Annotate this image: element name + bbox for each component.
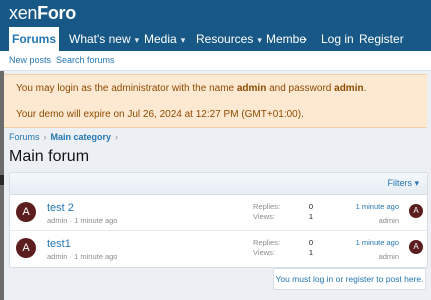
nav-members[interactable]: Membe	[266, 27, 306, 51]
logo-brand: Foro	[37, 3, 76, 23]
caret-down-icon: ▾	[414, 178, 419, 188]
views-count: 1	[308, 212, 313, 221]
login-to-post-notice[interactable]: You must log in or register to post here…	[273, 268, 426, 290]
demo-notice: You may login as the administrator with …	[4, 74, 427, 128]
nav-media[interactable]: Media ▾	[144, 27, 185, 51]
last-post-user[interactable]: admin	[379, 216, 399, 225]
last-post-user[interactable]: admin	[379, 252, 399, 261]
last-post-time[interactable]: 1 minute ago	[356, 238, 399, 247]
chevron-down-icon[interactable]: ▾	[181, 35, 186, 45]
breadcrumb-main-category[interactable]: Main category	[51, 132, 112, 142]
search-forums-link[interactable]: Search forums	[56, 55, 115, 65]
nav-resources[interactable]: Resources ▾	[196, 27, 262, 51]
new-posts-link[interactable]: New posts	[9, 55, 51, 65]
register-link[interactable]: Register	[359, 27, 404, 51]
site-header: xenForo	[0, 0, 431, 27]
chevron-down-icon[interactable]: ▾	[135, 35, 140, 45]
replies-label: Replies:	[253, 202, 281, 211]
avatar[interactable]: A	[16, 202, 36, 222]
thread-title[interactable]: test 2	[47, 202, 74, 214]
replies-label: Replies:	[253, 238, 281, 247]
site-logo[interactable]: xenForo	[9, 3, 76, 24]
login-link[interactable]: Log in	[321, 27, 354, 51]
notice-line-expiry: Your demo will expire on Jul 26, 2024 at…	[16, 109, 304, 120]
views-label: Views:	[253, 248, 275, 257]
breadcrumb: Forums › Main category ›	[9, 132, 122, 142]
nav-whats-new[interactable]: What's new ▾	[69, 27, 139, 51]
sub-nav: New posts Search forums	[0, 51, 431, 71]
avatar[interactable]: A	[409, 204, 423, 218]
thread-row[interactable]: A test1 admin · 1 minute ago Replies: 0 …	[10, 230, 427, 266]
logo-prefix: xen	[9, 3, 38, 23]
last-post-time[interactable]: 1 minute ago	[356, 202, 399, 211]
breadcrumb-forums[interactable]: Forums	[9, 132, 40, 142]
page-title: Main forum	[9, 148, 90, 165]
chevron-down-icon[interactable]: ▾	[257, 35, 262, 45]
chevron-right-icon: ›	[43, 132, 47, 142]
replies-count: 0	[308, 202, 313, 211]
notice-line-credentials: You may login as the administrator with …	[16, 83, 367, 94]
views-label: Views:	[253, 212, 275, 221]
filters-button[interactable]: Filters ▾	[387, 178, 419, 189]
chevron-right-icon: ›	[115, 132, 119, 142]
thread-row[interactable]: A test 2 admin · 1 minute ago Replies: 0…	[10, 195, 427, 230]
filter-bar: Filters ▾	[10, 173, 427, 195]
replies-count: 0	[308, 238, 313, 247]
thread-meta: admin · 1 minute ago	[47, 216, 118, 225]
nav-scroll-right-icon[interactable]: ›	[303, 27, 307, 51]
views-count: 1	[308, 248, 313, 257]
nav-forums[interactable]: Forums	[9, 27, 59, 51]
thread-meta: admin · 1 minute ago	[47, 252, 118, 261]
avatar[interactable]: A	[409, 240, 423, 254]
thread-title[interactable]: test1	[47, 238, 71, 250]
main-nav: Forums What's new ▾ Media ▾ Resources ▾ Mem…	[0, 27, 431, 72]
avatar[interactable]: A	[16, 238, 36, 258]
thread-list: Filters ▾ A test 2 admin · 1 minute ago …	[9, 172, 428, 268]
